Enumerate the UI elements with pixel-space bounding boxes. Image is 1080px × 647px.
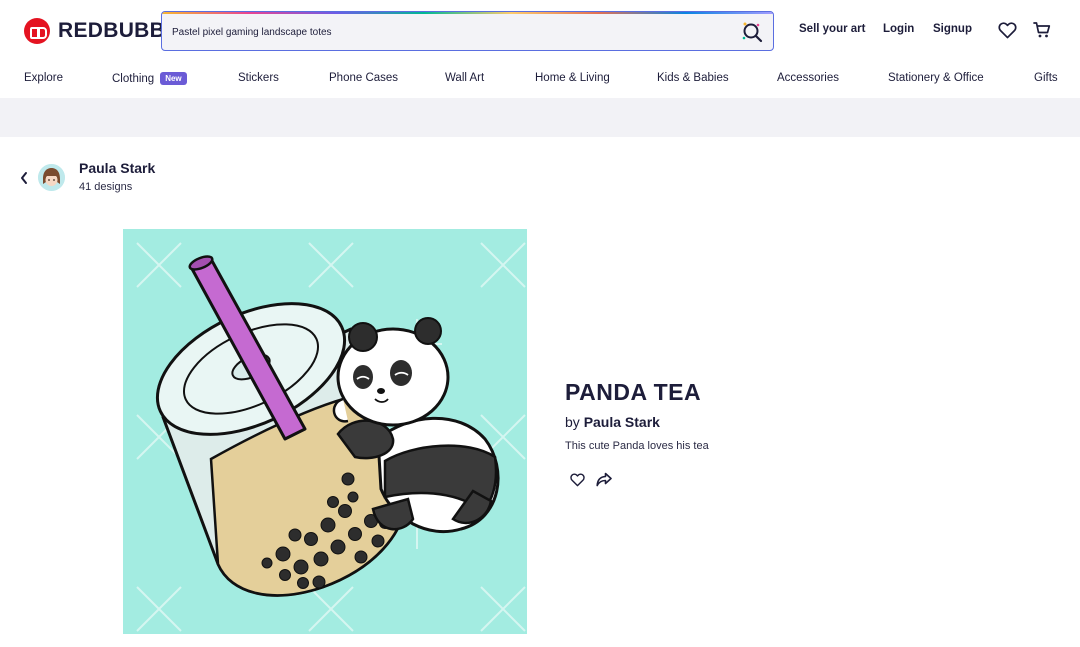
artist-name[interactable]: Paula Stark bbox=[79, 160, 155, 176]
back-chevron-icon[interactable] bbox=[19, 171, 29, 185]
cart-icon[interactable] bbox=[1033, 21, 1051, 39]
artist-design-count: 41 designs bbox=[79, 181, 133, 193]
nav-item-accessories[interactable]: Accessories bbox=[777, 72, 839, 84]
nav-item-home-living[interactable]: Home & Living bbox=[535, 72, 610, 84]
byline-prefix: by bbox=[565, 414, 580, 430]
promo-band bbox=[0, 98, 1080, 137]
artist-avatar[interactable] bbox=[38, 164, 65, 191]
nav-item-kids-babies[interactable]: Kids & Babies bbox=[657, 72, 729, 84]
nav-item-explore[interactable]: Explore bbox=[24, 72, 63, 84]
product-byline: by Paula Stark bbox=[565, 414, 660, 430]
byline-artist-link[interactable]: Paula Stark bbox=[584, 414, 660, 430]
heart-icon[interactable] bbox=[998, 22, 1017, 39]
nav-item-stickers[interactable]: Stickers bbox=[238, 72, 279, 84]
nav-item-stationery-office[interactable]: Stationery & Office bbox=[888, 72, 984, 84]
search-input[interactable] bbox=[172, 20, 732, 44]
avatar-illustration-icon bbox=[38, 164, 65, 191]
redbubble-logo-mark-icon bbox=[24, 18, 50, 44]
product-description: This cute Panda loves his tea bbox=[565, 440, 709, 452]
favorite-heart-icon[interactable] bbox=[570, 473, 585, 487]
search-bar bbox=[161, 11, 774, 51]
product-title: PANDA TEA bbox=[565, 379, 702, 405]
share-icon[interactable] bbox=[596, 472, 612, 487]
nav-item-wall-art[interactable]: Wall Art bbox=[445, 72, 484, 84]
nav-item-gifts[interactable]: Gifts bbox=[1034, 72, 1058, 84]
nav-item-label: Clothing bbox=[112, 73, 155, 85]
site-header: REDBUBBLE Sell your art Login Signup bbox=[0, 0, 1080, 62]
category-nav: Explore Clothing New Stickers Phone Cases… bbox=[0, 62, 1080, 98]
new-badge: New bbox=[160, 72, 187, 85]
search-icon[interactable] bbox=[741, 21, 763, 43]
nav-item-clothing[interactable]: Clothing New bbox=[112, 72, 187, 85]
signup-link[interactable]: Signup bbox=[933, 23, 972, 35]
login-link[interactable]: Login bbox=[883, 23, 914, 35]
panda-tea-illustration bbox=[136, 242, 526, 632]
product-artwork[interactable] bbox=[123, 229, 527, 634]
nav-item-phone-cases[interactable]: Phone Cases bbox=[329, 72, 398, 84]
sell-your-art-link[interactable]: Sell your art bbox=[799, 23, 865, 35]
